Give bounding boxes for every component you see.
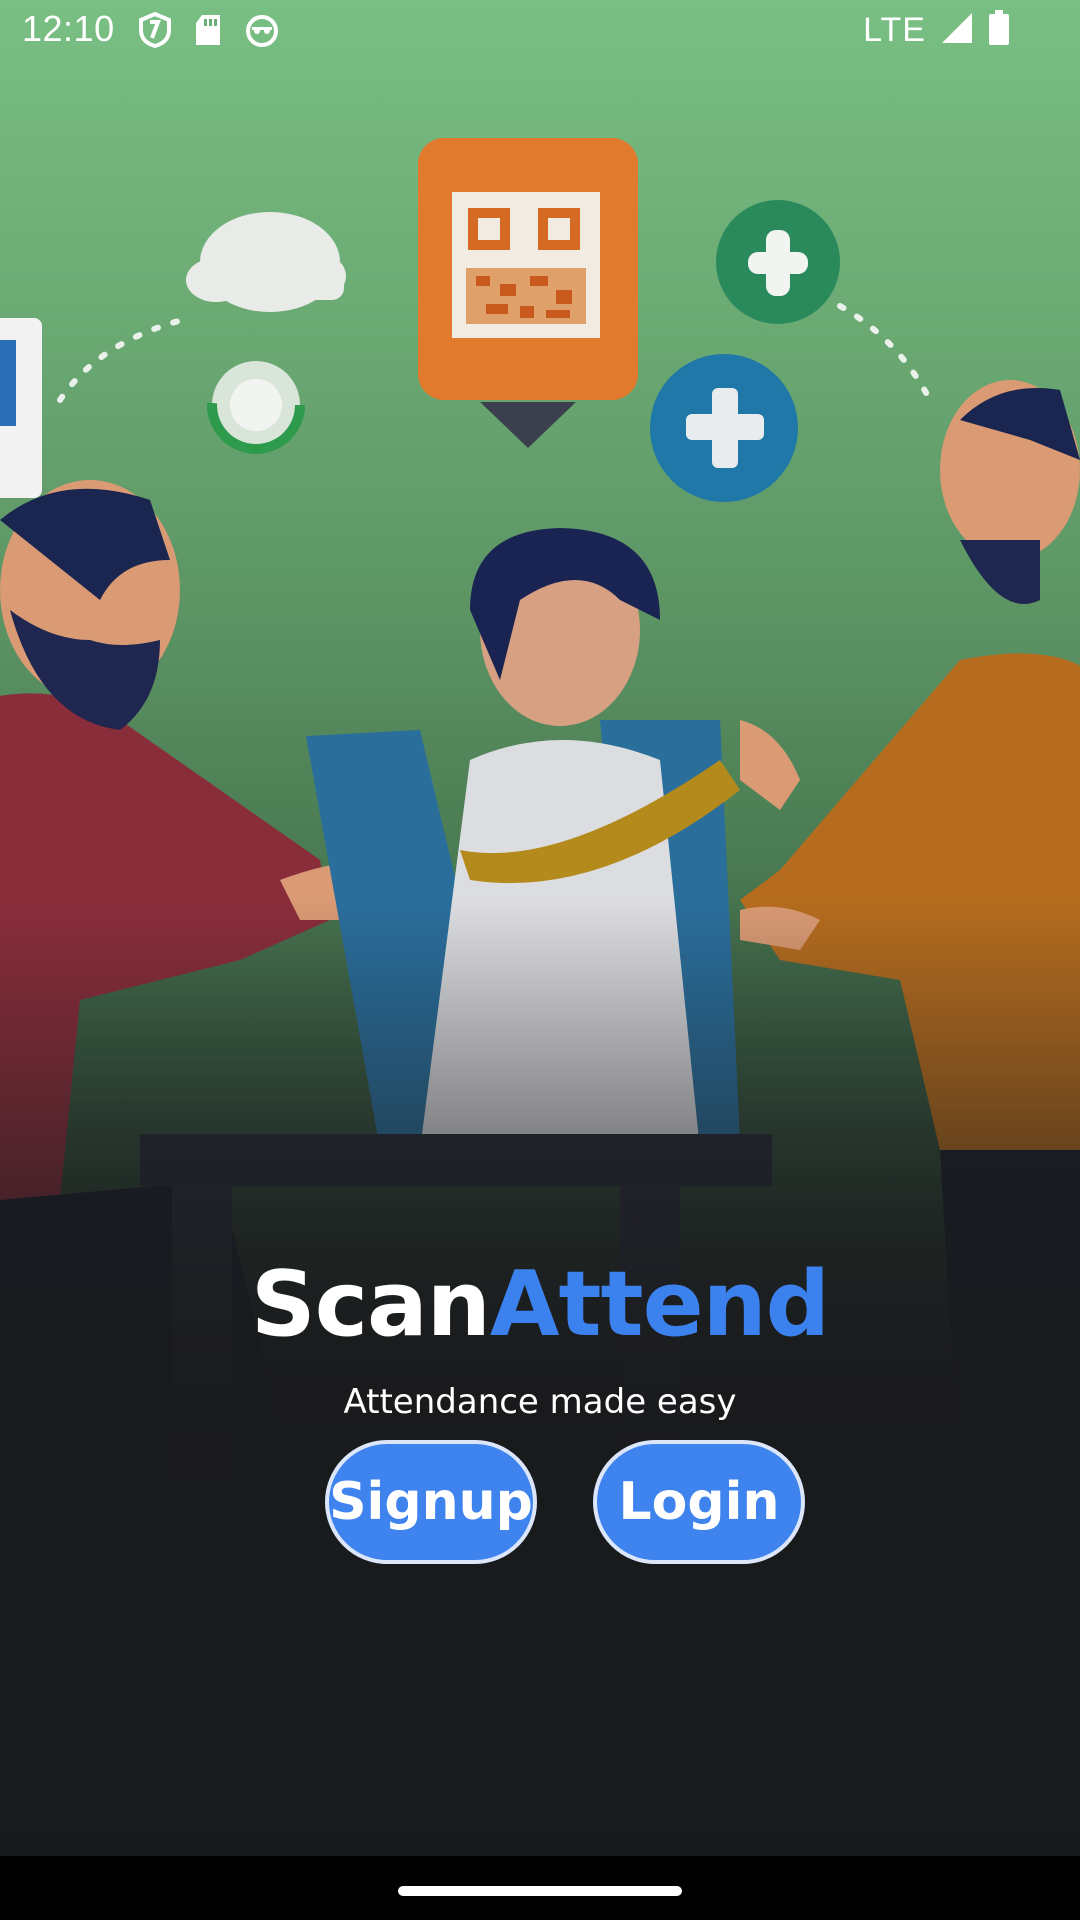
status-icons-left: [138, 11, 280, 53]
auth-buttons: Signup Login: [0, 1440, 1080, 1568]
navigation-bar: [0, 1856, 1080, 1920]
status-bar: 12:10 LTE: [0, 0, 1080, 62]
status-time: 12:10: [22, 8, 115, 49]
home-gesture-handle[interactable]: [398, 1886, 682, 1896]
signup-button[interactable]: Signup: [325, 1440, 537, 1564]
add-blue-icon: [650, 354, 798, 502]
add-green-icon: [716, 200, 840, 324]
qr-code-icon: [418, 138, 638, 448]
login-button[interactable]: Login: [593, 1440, 805, 1564]
app-title-part1: Scan: [250, 1252, 491, 1357]
sync-icon: [207, 356, 305, 454]
sd-card-icon: [194, 13, 222, 52]
dotted-arc-left: [57, 315, 193, 403]
battery-icon: [988, 10, 1010, 51]
shield-icon: [138, 11, 172, 53]
app-title: ScanAttend: [0, 1250, 1080, 1360]
network-type: LTE: [863, 11, 926, 49]
signal-icon: [940, 11, 974, 50]
tagline: Attendance made easy: [343, 1382, 737, 1422]
welcome-screen: 12:10 LTE ScanAttend Attendance made eas…: [0, 0, 1080, 1920]
dotted-arc-right: [837, 303, 935, 407]
phone-icon: [0, 318, 42, 498]
status-icons-right: LTE: [863, 10, 1010, 51]
cloud-icon: [186, 212, 346, 312]
app-title-part2: Attend: [489, 1252, 830, 1357]
android-head-icon: [244, 13, 280, 52]
